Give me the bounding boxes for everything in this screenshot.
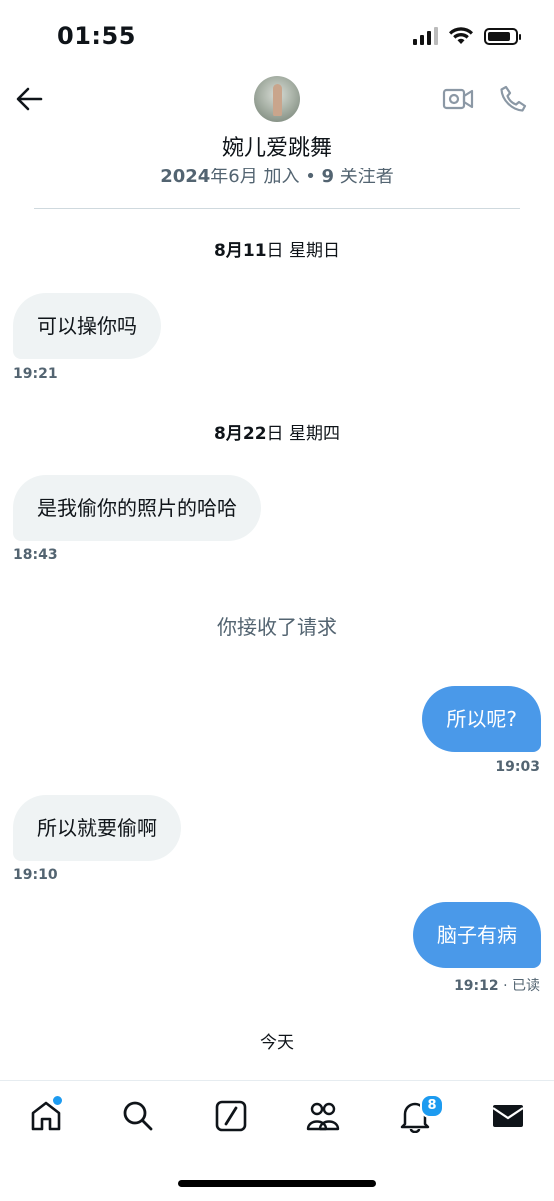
mail-icon[interactable] <box>491 1099 525 1133</box>
message-bubble-incoming[interactable]: 可以操你吗 <box>13 293 161 359</box>
phone-icon[interactable] <box>498 84 528 114</box>
compose-icon[interactable] <box>214 1099 248 1133</box>
message-bubble-outgoing[interactable]: 脑子有病 <box>413 902 541 968</box>
following-label: 关注者 <box>334 166 394 187</box>
status-time: 01:55 <box>57 22 136 50</box>
message-bubble-incoming[interactable]: 是我偷你的照片的哈哈 <box>13 475 261 541</box>
joined-text: 年6月 加入 • <box>210 166 322 187</box>
divider <box>34 208 520 209</box>
date-weekday: 日 星期日 <box>266 241 340 261</box>
battery-icon <box>484 27 521 45</box>
back-arrow-icon[interactable] <box>14 84 44 114</box>
message-time: 19:03 <box>495 759 540 775</box>
message-time: 18:43 <box>13 547 58 563</box>
today-separator: 今天 <box>260 1033 294 1053</box>
date-weekday: 日 星期四 <box>266 424 340 444</box>
home-indicator <box>178 1180 376 1187</box>
message-time-status: 19:12 · 已读 <box>454 975 540 995</box>
date-day: 11 <box>242 241 267 261</box>
message-bubble-outgoing[interactable]: 所以呢? <box>422 686 541 752</box>
status-bar: 01:55 <box>0 0 554 72</box>
date-day: 22 <box>242 424 267 444</box>
message-bubble-incoming[interactable]: 所以就要偷啊 <box>13 795 181 861</box>
message-time: 19:10 <box>13 867 58 883</box>
conversation-header: 婉儿爱跳舞 <box>0 72 554 167</box>
search-icon[interactable] <box>121 1099 155 1133</box>
joined-year: 2024 <box>160 166 211 187</box>
contact-name[interactable]: 婉儿爱跳舞 <box>0 130 554 162</box>
system-message: 你接收了请求 <box>217 615 337 639</box>
following-count: 9 <box>321 166 335 187</box>
notifications-badge: 8 <box>420 1094 444 1118</box>
status-icons <box>413 26 521 46</box>
cellular-signal-icon <box>413 27 438 45</box>
video-call-icon[interactable] <box>442 84 474 114</box>
communities-icon[interactable] <box>306 1099 340 1133</box>
read-receipt: · 已读 <box>498 978 540 994</box>
date-month: 8月 <box>214 241 243 261</box>
home-unread-dot <box>51 1094 64 1107</box>
message-time: 19:21 <box>13 366 58 382</box>
date-month: 8月 <box>214 424 243 444</box>
wifi-icon <box>449 27 473 44</box>
avatar[interactable] <box>254 76 300 122</box>
message-time: 19:12 <box>454 978 499 994</box>
date-separator: 8月22日 星期四 <box>0 419 554 444</box>
date-separator: 8月11日 星期日 <box>0 236 554 261</box>
